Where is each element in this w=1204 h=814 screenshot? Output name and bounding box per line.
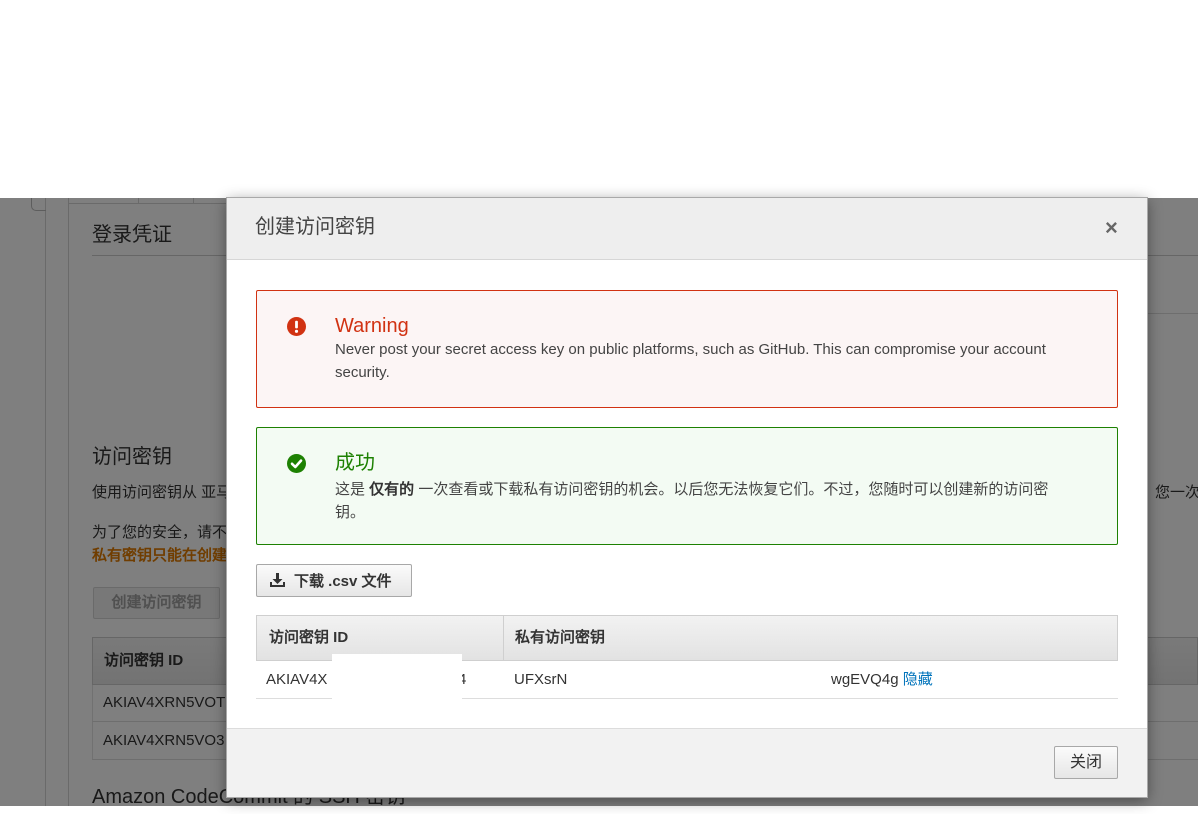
dialog-header: 创建访问密钥 ×	[227, 198, 1147, 260]
success-alert: 成功 这是 仅有的 一次查看或下载私有访问密钥的机会。以后您无法恢复它们。不过，…	[256, 427, 1118, 545]
success-message-emphasis: 仅有的	[369, 481, 415, 498]
download-csv-button[interactable]: 下载 .csv 文件	[256, 564, 412, 597]
create-access-key-dialog: 创建访问密钥 × Warning Never post your secret …	[227, 198, 1147, 797]
warning-message: Never post your secret access key on pub…	[335, 341, 1046, 381]
dialog-title: 创建访问密钥	[255, 216, 375, 238]
secret-key-start: UFXsrN	[514, 671, 568, 688]
warning-alert: Warning Never post your secret access ke…	[256, 290, 1118, 408]
download-csv-label: 下载 .csv 文件	[294, 573, 392, 590]
close-button[interactable]: 关闭	[1054, 746, 1118, 779]
secret-key-end: wgEVQ4g	[831, 671, 899, 688]
success-message-after: 一次查看或下载私有访问密钥的机会。以后您无法恢复它们。不过，您随时可以创建新的访…	[335, 481, 1049, 521]
hide-secret-link[interactable]: 隐藏	[903, 671, 933, 688]
download-icon	[270, 573, 285, 587]
success-title: 成功	[335, 452, 375, 474]
redaction-block	[332, 654, 462, 700]
column-header-secret-access-key: 私有访问密钥	[515, 629, 606, 646]
success-message-before: 这是	[335, 481, 370, 498]
exclamation-circle-icon	[287, 317, 306, 336]
access-key-id-start: AKIAV4X	[266, 671, 328, 688]
warning-title: Warning	[335, 315, 409, 337]
success-message: 这是 仅有的 一次查看或下载私有访问密钥的机会。以后您无法恢复它们。不过，您随时…	[335, 478, 1073, 524]
close-icon[interactable]: ×	[1105, 215, 1118, 241]
check-circle-icon	[287, 454, 306, 473]
secret-key-end-group: wgEVQ4g 隐藏	[831, 661, 933, 698]
dialog-footer: 关闭	[227, 728, 1147, 797]
